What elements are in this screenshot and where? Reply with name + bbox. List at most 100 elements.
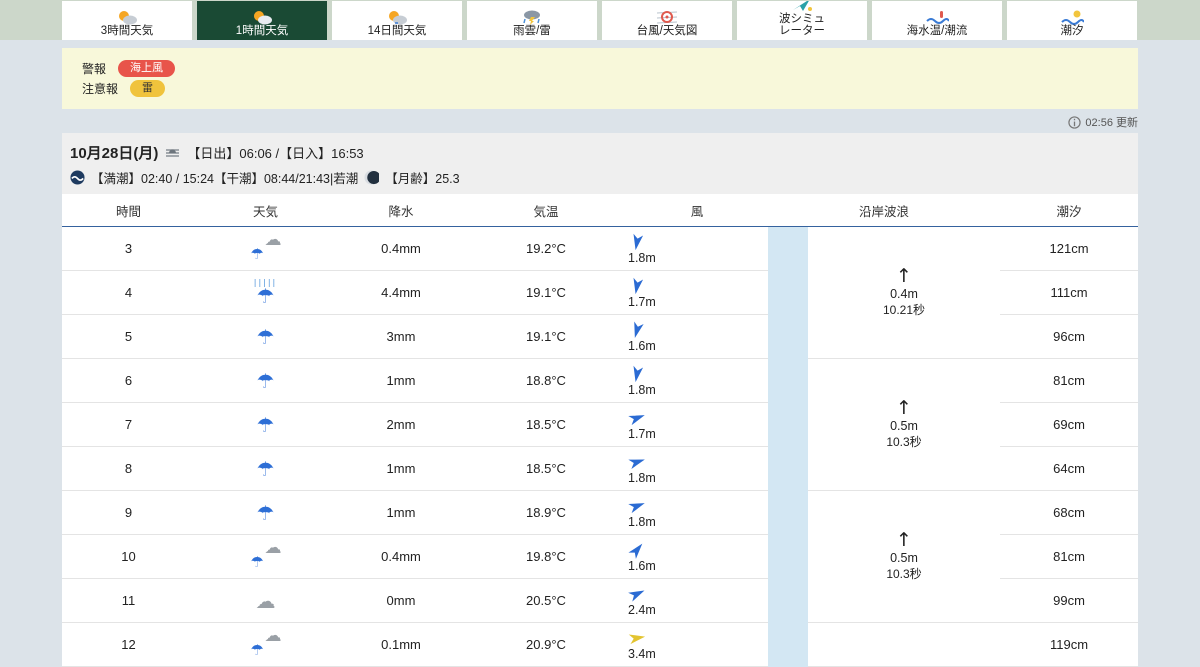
tab-sea-temp-current[interactable]: 海水温/潮流 [872,1,1002,40]
tab-typhoon-map[interactable]: 台風/天気図 [602,1,732,40]
tab-label: 雨雲/雷 [513,24,551,37]
rain-lightning-icon [520,8,544,25]
tide-cell: 119cm [1000,622,1139,667]
sea-temp-icon [925,8,949,25]
tide-cell: 81cm [1000,534,1139,580]
wind-direction-arrow-icon [634,321,644,338]
forecast-card: 10月28日(月) 【日出】06:06 /【日入】16:53 【満潮】02:40… [62,133,1139,667]
temp-cell: 19.1°C [466,270,626,316]
wind-cell: 1.7m [626,270,768,316]
weather-cell: ☂ [195,490,336,536]
hour-cell: 9 [62,490,195,536]
tide-cell: 81cm [1000,358,1139,404]
wave-up-arrow-icon: ↑ [896,529,912,552]
wave-height: 0.5m [890,419,918,434]
rain-umbrella-icon: ☂ [256,412,275,437]
forecast-row: 6 ☂ 1mm 18.8°C 1.8m ↑ 0.5m 10.3秒 81cm [62,358,1139,492]
tab-wave-simulator[interactable]: 波シミュ レーター [737,1,867,40]
wave-graph-band [768,578,808,623]
tab-label: 1時間天気 [235,24,289,37]
hour-cell: 11 [62,578,195,624]
info-icon [1068,116,1082,129]
weather-cell: ☂ [195,402,336,448]
cloud-rain-icon: ☁ ☂ [250,230,282,264]
temp-cell: 18.5°C [466,446,626,492]
wave-info-cell: ↑ 0.5m 10.3秒 [808,490,1001,624]
wind-speed: 3.4m [628,646,656,661]
day-header: 10月28日(月) 【日出】06:06 /【日入】16:53 【満潮】02:40… [62,133,1138,195]
precip-cell: 2mm [336,402,466,448]
temp-cell: 18.5°C [466,402,626,448]
cloud-rain-icon: ☁ ☂ [250,626,282,660]
advisory-badge[interactable]: 雷 [130,80,166,98]
wave-graph-band [768,446,808,491]
tab-label: 潮汐 [1060,24,1084,37]
wave-period: 10.21秒 [882,303,926,318]
wave-graph-band [768,490,808,535]
advisory-label: 注意報 [82,82,119,97]
hour-cell: 7 [62,402,195,448]
sun-cloud-icon [115,8,139,25]
tab-label: 海水温/潮流 [906,24,968,37]
wave-info-cell: ↑ 0.4m 10.21秒 [808,226,1001,360]
wind-speed: 1.6m [628,338,656,353]
moon-phase-icon [364,170,380,185]
precip-cell: 1mm [336,490,466,536]
tide-cell: 111cm [1000,270,1139,316]
tab-1hour-weather[interactable]: 1時間天気 [197,1,327,40]
temp-cell: 19.1°C [466,314,626,360]
col-header-tide: 潮汐 [1000,194,1139,228]
tab-rain-radar[interactable]: 雨雲/雷 [467,1,597,40]
tab-14day-weather[interactable]: 14日間天気 [332,1,462,40]
hour-cell: 4 [62,270,195,316]
wave-graph-band [768,534,808,579]
date-title: 10月28日(月) [70,145,159,163]
tab-tide[interactable]: 潮汐 [1007,1,1137,40]
wind-cell: 1.8m [626,490,768,536]
tide-cell: 68cm [1000,490,1139,536]
typhoon-map-icon [655,8,679,25]
hour-cell: 12 [62,622,195,667]
weather-cell: ☁ ☂ [195,534,336,580]
heavy-rain-icon: ||||| ☂ [253,277,278,308]
wave-arrow-icon [790,1,814,13]
weather-nav-bar: 3時間天気 1時間天気 14日間天気 雨雲/雷 台風/天気図 波シミュ レーター… [0,0,1200,40]
precip-cell: 4.4mm [336,270,466,316]
cloud-rain-icon: ☁ ☂ [250,538,282,572]
wave-period: 10.3秒 [886,435,922,450]
wave-graph-band [768,358,808,403]
wind-speed: 1.8m [628,250,656,265]
wave-info-cell [808,622,1001,667]
moon-age: 【月齢】25.3 [385,172,460,187]
warning-row: 警報 海上風 [82,60,1118,78]
wind-direction-arrow-icon [633,233,644,250]
tide-cell: 64cm [1000,446,1139,492]
wind-cell: 1.7m [626,402,768,448]
wave-up-arrow-icon: ↑ [896,397,912,420]
wave-info-cell: ↑ 0.5m 10.3秒 [808,358,1001,492]
forecast-row: 3 ☁ ☂ 0.4mm 19.2°C 1.8m ↑ 0.4m 10.21秒 121cm [62,226,1139,360]
tide-cell: 121cm [1000,226,1139,272]
col-header-precip: 降水 [336,194,466,228]
wind-direction-arrow-icon [633,277,644,294]
weather-cell: ||||| ☂ [195,270,336,316]
wave-period: 10.3秒 [886,567,922,582]
hour-cell: 5 [62,314,195,360]
wave-graph-band [768,402,808,447]
warning-badge[interactable]: 海上風 [118,60,176,78]
wave-graph-band [768,270,808,315]
forecast-rows: 3 ☁ ☂ 0.4mm 19.2°C 1.8m ↑ 0.4m 10.21秒 121cm 4 |||||… [62,226,1139,667]
wind-speed: 1.6m [628,558,656,573]
rain-umbrella-icon: ☂ [256,324,275,349]
cloud-icon: ☁ [255,588,276,613]
tide-cell: 96cm [1000,314,1139,360]
hour-cell: 3 [62,226,195,272]
col-header-weather: 天気 [195,194,336,228]
tab-3hour-weather[interactable]: 3時間天気 [62,1,192,40]
sun-cloud-icon [385,8,409,25]
table-header-row: 時間 天気 降水 気温 風 沿岸波浪 潮汐 [62,194,1139,228]
precip-cell: 1mm [336,358,466,404]
precip-cell: 3mm [336,314,466,360]
wave-graph-band [768,314,808,359]
weather-cell: ☁ ☂ [195,226,336,272]
